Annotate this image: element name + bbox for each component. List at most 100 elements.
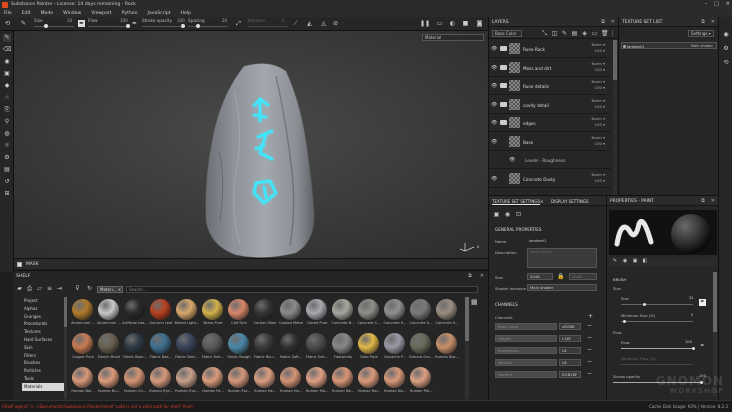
tss-tool-icon-1[interactable]: ▣ [493,211,500,218]
material-thumbnail[interactable]: Gold Pure [356,332,382,365]
tab-tss-close[interactable]: ✕ [540,199,543,204]
display-settings-icon[interactable]: ⚙ [722,45,730,53]
export-icon[interactable]: ⇥ [56,285,63,292]
material-thumbnail[interactable]: Autumn Leaf [148,298,174,331]
shelf-float-button[interactable]: ⧉ [468,273,472,279]
channel-blend-select[interactable]: Base Color [492,30,522,37]
paint-brush-icon[interactable]: ✎ [3,34,11,42]
geometry-decal-icon[interactable]: ▣ [3,70,11,78]
min-flow-slider[interactable] [621,364,693,365]
material-thumbnail[interactable]: Fabric Deni... [174,332,200,365]
symmetry-icon[interactable]: ⟲ [4,20,11,27]
tsl-close-button[interactable]: ✕ [711,19,715,25]
materials-scroll-thumb[interactable] [465,297,469,341]
menu-file[interactable]: File [4,11,12,16]
layer-row[interactable]: 👁 Moss and dirt Norm ▾ 100 ▾ [489,59,611,77]
material-thumbnail[interactable]: Fabric Soft... [278,332,304,365]
layers-float-button[interactable]: ⧉ [601,19,605,25]
material-thumbnail[interactable]: Human Ne... [330,366,356,399]
material-thumbnail[interactable]: Human Bac... [434,332,460,365]
material-thumbnail[interactable]: Human Bu... [96,366,122,399]
props-float-button[interactable]: ⧉ [701,198,705,204]
history-panel-icon[interactable]: ⟲ [722,59,730,67]
folder-icon[interactable] [500,120,507,125]
layers-close-button[interactable]: ✕ [611,19,615,25]
menu-help[interactable]: Help [181,11,191,16]
texture-set-radio-icon[interactable] [623,44,626,48]
tss-tool-icon-3[interactable]: ⊡ [515,211,522,218]
min-size-slider[interactable] [621,321,693,322]
uv-icon[interactable]: ⊞ [3,190,11,198]
material-thumbnail[interactable]: Concrete B... [330,298,356,331]
mirror-icon[interactable]: ◬ [320,20,327,27]
material-thumbnail[interactable]: Fabric Bas... [148,332,174,365]
iray-icon[interactable]: ☼ [3,142,11,150]
bake-icon[interactable]: ◍ [3,130,11,138]
shelf-category-hard-surfaces[interactable]: Hard Surfaces [22,336,64,344]
add-mask-icon[interactable]: ◫ [551,30,558,37]
material-thumbnail[interactable]: Gouache P... [382,332,408,365]
polygon-fill-icon[interactable]: ◆ [3,82,11,90]
symmetry-toggle-icon[interactable]: ◭ [306,20,313,27]
material-thumbnail[interactable]: Carbon Fiber [252,298,278,331]
material-thumbnail[interactable]: Concrete S... [408,298,434,331]
shader-settings-icon[interactable]: ◉ [722,31,730,39]
folder-icon[interactable] [500,46,507,51]
flow-pressure-icon[interactable]: ✒ [131,20,138,27]
menu-edit[interactable]: Edit [22,11,31,16]
shader-instance-select[interactable]: Main shader [527,284,597,291]
channel-format-select[interactable]: sRGB8 [559,323,581,330]
categories-scrollbar[interactable] [64,297,67,399]
material-thumbnail[interactable]: Brass Pure [200,298,226,331]
layer-blend-opacity[interactable]: Norm ▾ 100 ▾ [592,61,605,73]
list-view-icon[interactable]: ≡ [46,285,53,292]
remove-channel-icon[interactable]: − [587,346,592,353]
add-layer-icon[interactable]: ▤ [571,30,578,37]
folder-icon[interactable] [500,101,507,107]
material-thumbnail[interactable]: Copper Pure [70,332,96,365]
material-thumbnail[interactable]: Fabric Suit... [304,332,330,365]
material-thumbnail[interactable]: Concrete C... [356,298,382,331]
shelf-category-tools[interactable]: Tools [22,375,64,383]
channel-name[interactable]: Base Color [495,323,557,330]
eraser-icon[interactable]: ⌫ [3,46,11,54]
material-thumbnail[interactable]: Human Eye... [148,366,174,399]
channel-format-select[interactable]: RGB16F [559,371,581,378]
shelf-search-input[interactable]: Search... [126,286,478,293]
remove-channel-icon[interactable]: − [587,334,592,341]
layer-blend-opacity[interactable]: Norm ▾ 100 ▾ [592,79,605,91]
material-thumbnail[interactable]: Human Ch... [122,366,148,399]
visibility-eye-icon[interactable]: 👁 [491,120,497,126]
layer-row[interactable]: 👁 Rune Rock Norm ▾ 100 ▾ [489,40,611,58]
remove-channel-icon[interactable]: − [587,322,592,329]
lazy-mouse-icon[interactable]: ⟋ [292,20,299,27]
shelf-category-brushes[interactable]: Brushes [22,359,64,367]
categories-scroll-thumb[interactable] [64,297,67,327]
grid-view-icon[interactable]: ▦ [471,299,478,306]
add-channel-icon[interactable]: + [587,313,594,320]
props-close-button[interactable]: ✕ [711,198,715,204]
texture-set-settings-button[interactable]: Settings ▾ [688,30,714,37]
material-thumbnail[interactable]: Fabric Rough [226,332,252,365]
spacing-slider[interactable] [188,26,228,27]
tab-texture-set-settings[interactable]: TEXTURE SET SETTINGS [492,199,541,205]
video-record-icon[interactable]: ■ [462,20,469,27]
brush-preview[interactable] [609,210,717,255]
screenshot-icon[interactable]: ◙ [476,20,483,27]
menu-window[interactable]: Window [63,11,81,16]
shelf-category-procedurals[interactable]: Procedurals [22,320,64,328]
layers-menu-icon[interactable]: ⋮ [609,30,616,37]
material-thumbnail[interactable]: Human He... [278,366,304,399]
menu-viewport[interactable]: Viewport [91,11,111,16]
flow-slider[interactable] [88,26,128,27]
3d-viewport[interactable]: Material x [14,31,488,258]
pen-pressure-icon[interactable]: ✒ [78,20,85,27]
channel-format-select[interactable]: L8 [559,359,581,366]
size-select[interactable]: 2048 [527,273,553,280]
shelf-category-filters[interactable]: Filters [22,352,64,360]
visibility-eye-icon[interactable]: 👁 [509,157,515,163]
pause-engine-icon[interactable]: ❚❚ [420,20,430,27]
layers-scrollbar[interactable] [613,40,617,195]
material-tab-icon[interactable]: ◉ [622,258,628,264]
close-window-button[interactable]: ✕ [726,1,730,7]
